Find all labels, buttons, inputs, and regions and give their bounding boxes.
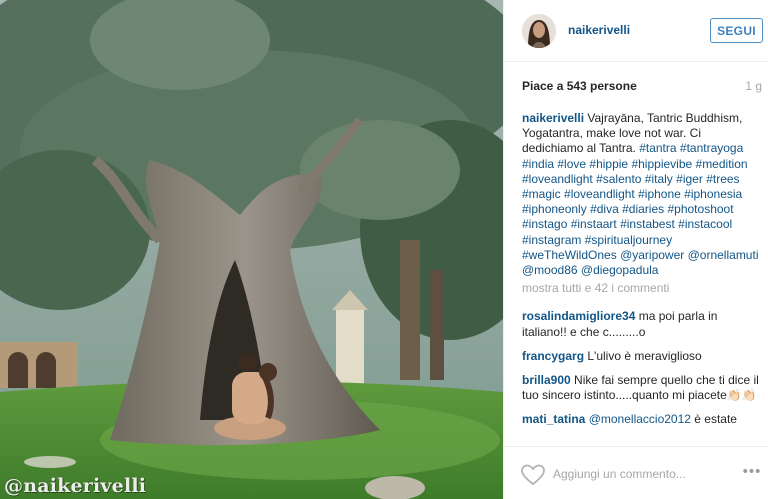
comment-text: L'ulivo è meraviglioso	[584, 348, 702, 363]
comment-item: francygarg L'ulivo è meraviglioso	[522, 349, 762, 364]
caption-hashtag[interactable]: #italy	[645, 172, 673, 186]
caption: naikerivelli Vajrayāna, Tantric Buddhism…	[522, 111, 762, 278]
comment-item: brilla900 Nike fai sempre quello che ti …	[522, 373, 762, 403]
comments-section: naikerivelli Vajrayāna, Tantric Buddhism…	[522, 111, 762, 446]
likes-row: Piace a 543 persone 1 g	[522, 79, 762, 97]
comment-footer: •••	[504, 446, 768, 499]
caption-hashtag[interactable]: #india	[522, 157, 554, 171]
comment-item: mati_tatina @monellaccio2012 è estate	[522, 412, 762, 427]
avatar-image	[522, 14, 556, 48]
post-header: naikerivelli SEGUI	[504, 0, 768, 62]
caption-hashtag[interactable]: #instacool	[678, 217, 732, 231]
olive-tree-photo	[0, 0, 503, 499]
caption-hashtag[interactable]: #iphoneonly	[522, 202, 587, 216]
comment-username[interactable]: mati_tatina	[522, 412, 585, 426]
comment-username[interactable]: rosalindamigliore34	[522, 309, 635, 323]
caption-hashtag[interactable]: @yaripower	[620, 248, 684, 262]
caption-hashtag[interactable]: #instagram	[522, 233, 581, 247]
caption-username[interactable]: naikerivelli	[522, 111, 584, 125]
caption-hashtag[interactable]: #salento	[596, 172, 641, 186]
caption-hashtag[interactable]: #weTheWildOnes	[522, 248, 617, 262]
caption-hashtag[interactable]: #magic	[522, 187, 561, 201]
caption-hashtag[interactable]: #photoshoot	[667, 202, 733, 216]
photo-watermark: @naikerivelli	[4, 475, 147, 497]
caption-hashtag[interactable]: #loveandlight	[522, 172, 593, 186]
comment-username[interactable]: brilla900	[522, 373, 571, 387]
show-all-comments-link[interactable]: mostra tutti e 42 i commenti	[522, 281, 762, 296]
post-time[interactable]: 1 g	[745, 79, 762, 93]
caption-hashtag[interactable]: #iger	[676, 172, 703, 186]
caption-hashtag[interactable]: #iphone	[638, 187, 681, 201]
likes-count[interactable]: Piace a 543 persone	[522, 79, 637, 93]
comment-mention[interactable]: @monellaccio2012	[589, 412, 691, 426]
instagram-post-view: @naikerivelli naikerivelli SEGUI Piace a…	[0, 0, 768, 499]
like-heart-icon[interactable]	[520, 464, 546, 486]
caption-hashtag[interactable]: #instaart	[571, 217, 617, 231]
caption-hashtag[interactable]: #trees	[706, 172, 739, 186]
caption-hashtag[interactable]: #love	[557, 157, 586, 171]
add-comment-input[interactable]	[553, 464, 723, 484]
caption-hashtag[interactable]: #instabest	[620, 217, 675, 231]
header-username[interactable]: naikerivelli	[568, 23, 630, 37]
caption-hashtag[interactable]: #medition	[696, 157, 748, 171]
caption-hashtags: #tantra #tantrayoga #india #love #hippie…	[522, 141, 758, 277]
more-options-icon[interactable]: •••	[740, 462, 764, 482]
caption-hashtag[interactable]: #tantrayoga	[680, 141, 743, 155]
caption-hashtag[interactable]: #diaries	[622, 202, 664, 216]
caption-hashtag[interactable]: #instago	[522, 217, 567, 231]
comment-username[interactable]: francygarg	[522, 349, 584, 363]
caption-hashtag[interactable]: #hippie	[589, 157, 628, 171]
follow-button[interactable]: SEGUI	[710, 18, 763, 43]
post-photo[interactable]: @naikerivelli	[0, 0, 503, 499]
caption-hashtag[interactable]: #tantra	[639, 141, 676, 155]
caption-hashtag[interactable]: #loveandlight	[564, 187, 635, 201]
avatar[interactable]	[522, 14, 556, 48]
comment-text-end: è estate	[690, 412, 737, 427]
post-side-panel: naikerivelli SEGUI Piace a 543 persone 1…	[503, 0, 768, 499]
caption-hashtag[interactable]: #spiritualjourney	[585, 233, 672, 247]
caption-hashtag[interactable]: #diva	[590, 202, 619, 216]
caption-hashtag[interactable]: #hippievibe	[631, 157, 692, 171]
caption-hashtag[interactable]: @mood86	[522, 263, 578, 277]
caption-hashtag[interactable]: @ornellamuti	[688, 248, 759, 262]
caption-hashtag[interactable]: #iphonesia	[684, 187, 742, 201]
caption-hashtag[interactable]: @diegopadula	[581, 263, 659, 277]
comment-item: rosalindamigliore34 ma poi parla in ital…	[522, 309, 762, 339]
